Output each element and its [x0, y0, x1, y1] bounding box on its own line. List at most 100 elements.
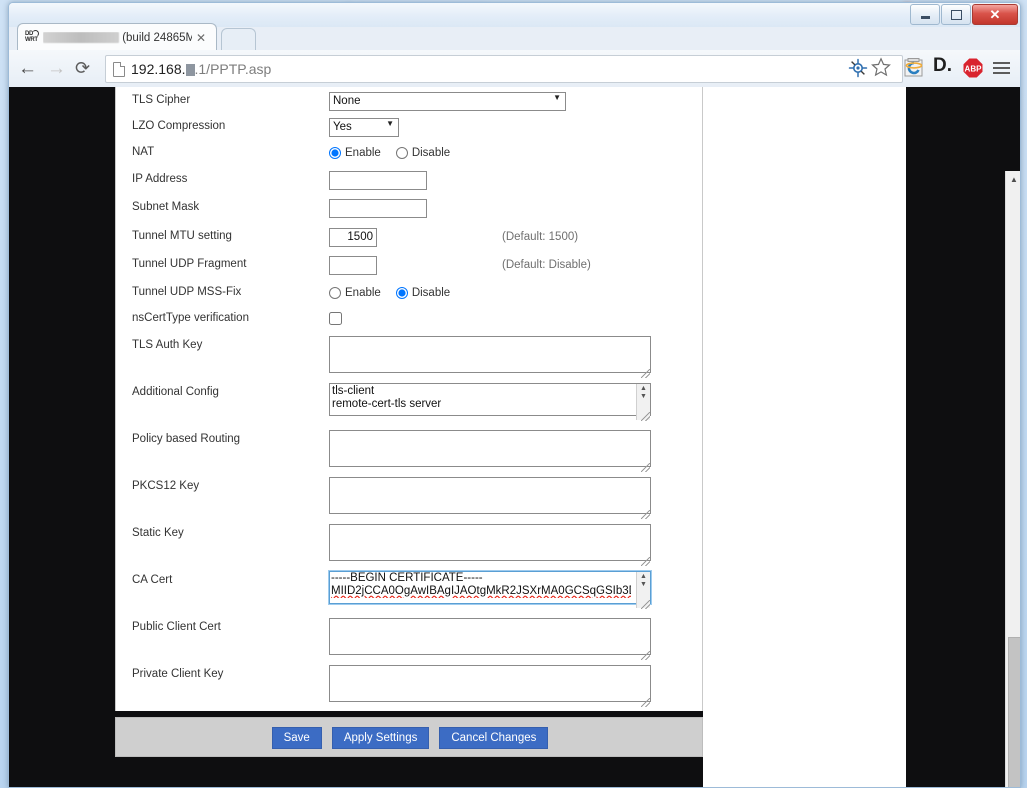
label-policy-based-routing: Policy based Routing [132, 433, 241, 445]
close-window-button[interactable]: ✕ [972, 4, 1018, 25]
row-static-key: Static Key [116, 524, 704, 566]
page-scrollbar[interactable]: ▲ ▼ [1005, 171, 1020, 787]
label-tls-cipher: TLS Cipher [132, 94, 191, 106]
resize-grip-icon[interactable] [641, 510, 650, 519]
nat-disable-option[interactable]: Disable [395, 147, 451, 159]
hint-tunnel-mtu: (Default: 1500) [502, 231, 579, 243]
new-tab-button[interactable] [221, 28, 256, 52]
mss-fix-disable-option[interactable]: Disable [395, 287, 450, 299]
label-lzo-compression: LZO Compression [132, 120, 226, 132]
svg-text:ABP: ABP [965, 65, 983, 74]
tab-title-text: (build 24865M) [122, 31, 192, 44]
static-key-textarea[interactable] [329, 524, 651, 561]
reload-button[interactable]: ⟳ [75, 59, 90, 78]
scroll-up-icon[interactable]: ▲ [639, 385, 648, 393]
browser-toolbar: ← → ⟳ 192.168. .1/PPTP.asp D. ABP [9, 50, 1020, 88]
resize-grip-icon[interactable] [641, 698, 650, 707]
label-ip-address: IP Address [132, 173, 188, 185]
maximize-button[interactable] [941, 4, 971, 25]
url-text: 192.168. .1/PPTP.asp [131, 61, 271, 77]
nat-enable-radio[interactable] [329, 147, 341, 159]
ca-cert-textarea[interactable]: -----BEGIN CERTIFICATE----- MIID2jCCA0Og… [328, 570, 652, 605]
browser-menu-button[interactable] [993, 62, 1010, 77]
mss-fix-enable-radio[interactable] [329, 287, 341, 299]
scroll-down-icon[interactable]: ▼ [639, 581, 648, 589]
resize-grip-icon[interactable] [641, 369, 650, 378]
network-connect-icon[interactable] [847, 57, 869, 79]
resize-grip-icon[interactable] [641, 463, 650, 472]
disconnect-extension-icon[interactable]: D. [933, 55, 952, 77]
policy-based-routing-textarea[interactable] [329, 430, 651, 467]
resize-grip-icon[interactable] [641, 651, 650, 660]
label-tls-auth-key: TLS Auth Key [132, 339, 203, 351]
minimize-button[interactable] [910, 4, 940, 25]
close-tab-button[interactable]: ✕ [192, 31, 210, 45]
nscerttype-verification-checkbox[interactable] [329, 312, 342, 325]
save-button[interactable]: Save [271, 727, 322, 749]
page-far-right-black [906, 87, 1012, 787]
label-tunnel-mtu: Tunnel MTU setting [132, 230, 232, 242]
additional-config-textarea[interactable]: tls-client remote-cert-tls server [329, 383, 651, 416]
label-additional-config: Additional Config [132, 386, 219, 398]
resize-grip-icon[interactable] [641, 412, 650, 421]
apply-settings-button[interactable]: Apply Settings [331, 727, 430, 749]
window-controls: ✕ [910, 4, 1018, 25]
resize-grip-icon[interactable] [641, 600, 650, 609]
scroll-up-icon[interactable]: ▲ [639, 573, 648, 581]
page-scrollbar-thumb[interactable] [1008, 637, 1020, 787]
ddwrt-logo-icon: DD WRT [25, 30, 39, 43]
label-tunnel-udp-fragment: Tunnel UDP Fragment [132, 258, 247, 270]
row-lzo-compression: LZO Compression Yes [116, 117, 704, 144]
mss-fix-enable-option[interactable]: Enable [329, 287, 381, 299]
back-button[interactable]: ← [18, 59, 37, 78]
adblock-plus-icon[interactable]: ABP [962, 57, 984, 79]
browser-tab[interactable]: DD WRT (build 24865M) ✕ [17, 23, 217, 51]
address-bar[interactable]: 192.168. .1/PPTP.asp [105, 55, 903, 83]
public-client-cert-textarea[interactable] [329, 618, 651, 655]
row-tunnel-mtu: Tunnel MTU setting (Default: 1500) [116, 227, 704, 254]
nat-disable-label: Disable [411, 147, 451, 159]
mss-fix-disable-radio[interactable] [395, 287, 408, 299]
label-tunnel-udp-mss-fix: Tunnel UDP MSS-Fix [132, 286, 242, 298]
lzo-compression-select[interactable]: Yes [329, 117, 399, 137]
subnet-mask-input[interactable] [329, 198, 427, 218]
nat-radio-group: Enable Disable [329, 143, 460, 163]
row-subnet-mask: Subnet Mask [116, 198, 704, 225]
scroll-up-icon[interactable]: ▲ [1006, 171, 1020, 188]
scroll-down-icon[interactable]: ▼ [639, 393, 648, 401]
redacted-octet [185, 64, 195, 76]
page-right-white [703, 87, 906, 787]
page-left-gutter [9, 87, 108, 787]
url-prefix: 192.168. [131, 61, 186, 77]
tls-cipher-select[interactable]: None [329, 91, 566, 111]
row-public-client-cert: Public Client Cert [116, 618, 704, 660]
tls-auth-key-textarea[interactable] [329, 336, 651, 373]
ie-tab-extension-icon[interactable] [903, 57, 925, 79]
tab-strip: DD WRT (build 24865M) ✕ [9, 23, 1020, 52]
ip-address-input[interactable] [329, 170, 427, 190]
label-private-client-key: Private Client Key [132, 668, 224, 680]
row-nat: NAT Enable Disable [116, 143, 704, 170]
page-viewport: TLS Cipher None LZO Compression Yes NAT … [9, 87, 1020, 787]
form-action-bar: Save Apply Settings Cancel Changes [115, 717, 703, 757]
row-ca-cert: CA Cert -----BEGIN CERTIFICATE----- MIID… [116, 570, 704, 611]
nat-enable-option[interactable]: Enable [329, 147, 381, 159]
tunnel-udp-fragment-input[interactable] [329, 255, 377, 275]
bookmark-star-icon[interactable] [871, 57, 891, 77]
openvpn-settings-panel: TLS Cipher None LZO Compression Yes NAT … [115, 87, 703, 711]
nat-disable-radio[interactable] [395, 147, 408, 159]
row-pkcs12-key: PKCS12 Key [116, 477, 704, 519]
pkcs12-key-textarea[interactable] [329, 477, 651, 514]
row-tunnel-udp-fragment: Tunnel UDP Fragment (Default: Disable) [116, 255, 704, 282]
tunnel-mtu-input[interactable] [329, 227, 377, 247]
row-tunnel-udp-mss-fix: Tunnel UDP MSS-Fix Enable Disable [116, 283, 704, 310]
resize-grip-icon[interactable] [641, 557, 650, 566]
label-public-client-cert: Public Client Cert [132, 621, 221, 633]
hint-tunnel-udp-fragment: (Default: Disable) [502, 259, 591, 271]
cancel-changes-button[interactable]: Cancel Changes [439, 727, 549, 749]
private-client-key-textarea[interactable] [329, 665, 651, 702]
tab-title: (build 24865M) [43, 32, 192, 44]
row-tls-cipher: TLS Cipher None [116, 91, 704, 118]
forward-button[interactable]: → [47, 59, 66, 78]
label-pkcs12-key: PKCS12 Key [132, 480, 200, 492]
